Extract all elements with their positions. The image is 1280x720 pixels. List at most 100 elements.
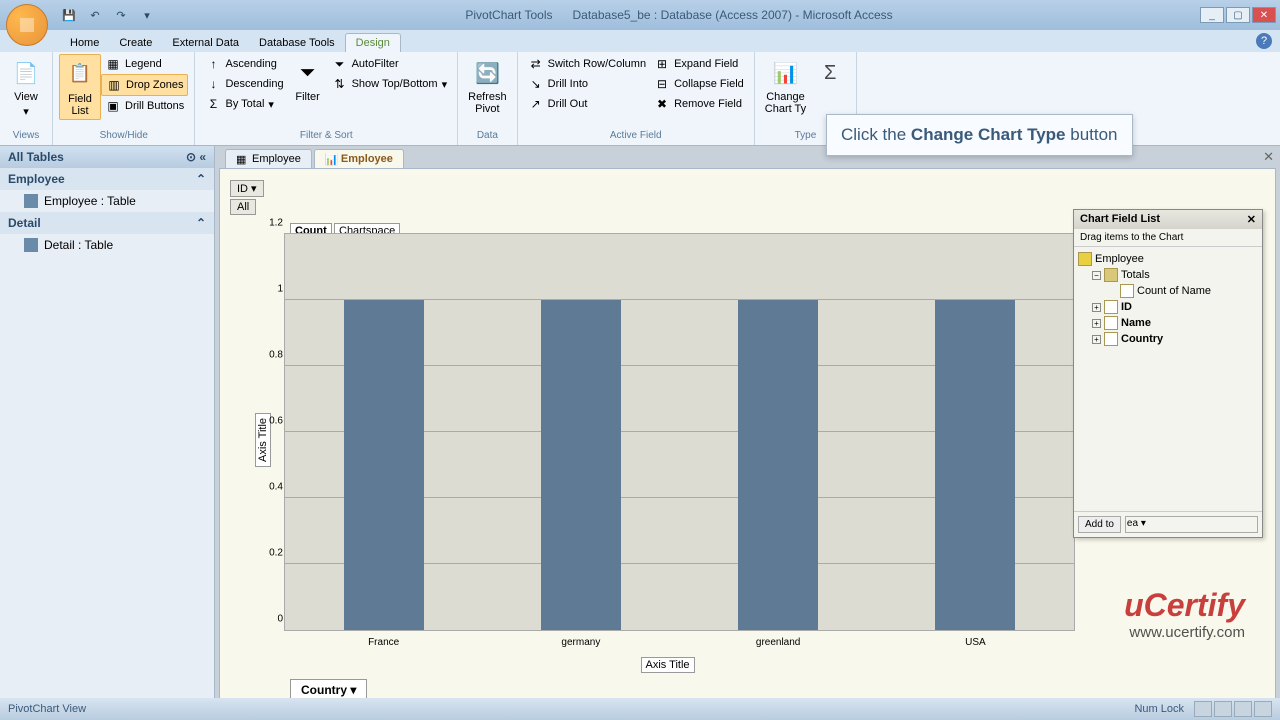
contextual-tools-title: PivotChart Tools (465, 8, 552, 22)
chart-field-list-panel: Chart Field List✕ Drag items to the Char… (1073, 209, 1263, 538)
field-list-button[interactable]: 📋 Field List (59, 54, 101, 120)
filter-field-dropdown[interactable]: ID ▾ (230, 180, 264, 197)
autofilter-button[interactable]: ⏷AutoFilter (328, 54, 452, 74)
dropdown-icon: ▾ (268, 98, 274, 111)
titlebar: 💾 ↶ ↷ ▾ PivotChart Tools Database5_be : … (0, 0, 1280, 30)
nav-item-employee-table[interactable]: Employee : Table (0, 190, 214, 212)
expand-icon[interactable]: + (1092, 335, 1101, 344)
redo-icon[interactable]: ↷ (110, 5, 132, 25)
document-area: ▦Employee 📊Employee ✕ ID ▾ All Count Cha… (215, 146, 1280, 716)
y-tick-label: 0.6 (269, 416, 283, 427)
qat-menu-icon[interactable]: ▾ (136, 5, 158, 25)
tab-database-tools[interactable]: Database Tools (249, 34, 345, 52)
chevron-down-icon[interactable]: ⊙ « (186, 150, 206, 164)
view-mode-btn-2[interactable] (1214, 701, 1232, 717)
status-numlock: Num Lock (1134, 703, 1184, 715)
dropdown-icon: ▾ (442, 78, 448, 91)
doc-tab-employee-1[interactable]: ▦Employee (225, 149, 312, 168)
field-list-title: Chart Field List (1080, 213, 1160, 226)
undo-icon[interactable]: ↶ (84, 5, 106, 25)
field-node-id[interactable]: +ID (1078, 299, 1258, 315)
close-panel-button[interactable]: ✕ (1247, 213, 1256, 226)
chart-bar[interactable] (344, 300, 424, 630)
y-tick-label: 0.8 (269, 350, 283, 361)
save-icon[interactable]: 💾 (58, 5, 80, 25)
minimize-button[interactable]: _ (1200, 7, 1224, 23)
maximize-button[interactable]: ▢ (1226, 7, 1250, 23)
field-node-totals[interactable]: −Totals (1078, 267, 1258, 283)
collapse-icon[interactable]: − (1092, 271, 1101, 280)
refresh-icon: 🔄 (471, 57, 503, 89)
x-axis-title[interactable]: Axis Title (640, 657, 694, 673)
add-to-button[interactable]: Add to (1078, 516, 1121, 533)
expand-icon: ⊞ (654, 56, 670, 72)
filter-all-label[interactable]: All (230, 199, 256, 215)
by-total-button[interactable]: ΣBy Total▾ (201, 94, 287, 114)
y-tick-label: 1 (277, 284, 283, 295)
table-icon: ▦ (236, 153, 248, 165)
office-orb[interactable] (6, 4, 48, 46)
y-tick-label: 0.2 (269, 548, 283, 559)
nav-group-employee[interactable]: Employee⌃ (0, 168, 214, 190)
view-mode-btn-1[interactable] (1194, 701, 1212, 717)
sigma-button[interactable]: Σ (810, 54, 850, 92)
group-showhide-label: Show/Hide (59, 128, 188, 143)
watermark-url: www.ucertify.com (1124, 624, 1245, 641)
folder-icon (1104, 268, 1118, 282)
chart-type-icon: 📊 (769, 57, 801, 89)
chart-plot-area[interactable]: 00.20.40.60.811.2 Francegermanygreenland… (284, 233, 1075, 631)
collapse-field-button[interactable]: ⊟Collapse Field (650, 74, 748, 94)
topbottom-icon: ⇅ (332, 76, 348, 92)
refresh-pivot-button[interactable]: 🔄 Refresh Pivot (464, 54, 511, 118)
expand-icon[interactable]: + (1092, 319, 1101, 328)
field-node-employee[interactable]: Employee (1078, 251, 1258, 267)
x-tick-label: France (368, 637, 399, 648)
view-mode-btn-3[interactable] (1234, 701, 1252, 717)
sigma-icon: Σ (814, 57, 846, 89)
drill-into-button[interactable]: ↘Drill Into (524, 74, 650, 94)
view-icon: 📄 (10, 57, 42, 89)
expand-field-button[interactable]: ⊞Expand Field (650, 54, 748, 74)
drill-buttons-button[interactable]: ▣Drill Buttons (101, 96, 188, 116)
switch-icon: ⇄ (528, 56, 544, 72)
ribbon-tabs: Home Create External Data Database Tools… (0, 30, 1280, 52)
watermark: uCertify www.ucertify.com (1124, 587, 1245, 641)
field-node-country[interactable]: +Country (1078, 331, 1258, 347)
descending-button[interactable]: ↓Descending (201, 74, 287, 94)
drill-into-icon: ↘ (528, 76, 544, 92)
field-icon (1120, 284, 1134, 298)
show-top-bottom-button[interactable]: ⇅Show Top/Bottom▾ (328, 74, 452, 94)
view-mode-btn-4[interactable] (1254, 701, 1272, 717)
field-node-name[interactable]: +Name (1078, 315, 1258, 331)
ascending-button[interactable]: ↑Ascending (201, 54, 287, 74)
collapse-icon: ⌃ (196, 172, 206, 186)
cube-icon (1078, 252, 1092, 266)
chart-bar[interactable] (738, 300, 818, 630)
tab-home[interactable]: Home (60, 34, 109, 52)
filter-button[interactable]: ⏷ Filter (288, 54, 328, 106)
tab-create[interactable]: Create (109, 34, 162, 52)
nav-item-detail-table[interactable]: Detail : Table (0, 234, 214, 256)
table-icon (24, 238, 38, 252)
close-tab-button[interactable]: ✕ (1263, 149, 1274, 165)
change-chart-type-button[interactable]: 📊 Change Chart Ty (761, 54, 810, 118)
tab-external-data[interactable]: External Data (162, 34, 249, 52)
chart-bar[interactable] (935, 300, 1015, 630)
legend-button[interactable]: ▦Legend (101, 54, 188, 74)
switch-row-col-button[interactable]: ⇄Switch Row/Column (524, 54, 650, 74)
help-icon[interactable]: ? (1256, 33, 1272, 49)
doc-tab-employee-2[interactable]: 📊Employee (314, 149, 404, 168)
add-to-area-select[interactable]: ea ▾ (1125, 516, 1258, 533)
nav-group-detail[interactable]: Detail⌃ (0, 212, 214, 234)
expand-icon[interactable]: + (1092, 303, 1101, 312)
field-node-count-of-name[interactable]: Count of Name (1078, 283, 1258, 299)
close-button[interactable]: ✕ (1252, 7, 1276, 23)
view-button[interactable]: 📄 View ▾ (6, 54, 46, 121)
drill-out-button[interactable]: ↗Drill Out (524, 94, 650, 114)
remove-field-button[interactable]: ✖Remove Field (650, 94, 748, 114)
nav-header[interactable]: All Tables ⊙ « (0, 146, 214, 168)
drop-zones-button[interactable]: ▥Drop Zones (101, 74, 188, 96)
tab-design[interactable]: Design (345, 33, 401, 52)
chart-bar[interactable] (541, 300, 621, 630)
x-tick-label: USA (965, 637, 986, 648)
